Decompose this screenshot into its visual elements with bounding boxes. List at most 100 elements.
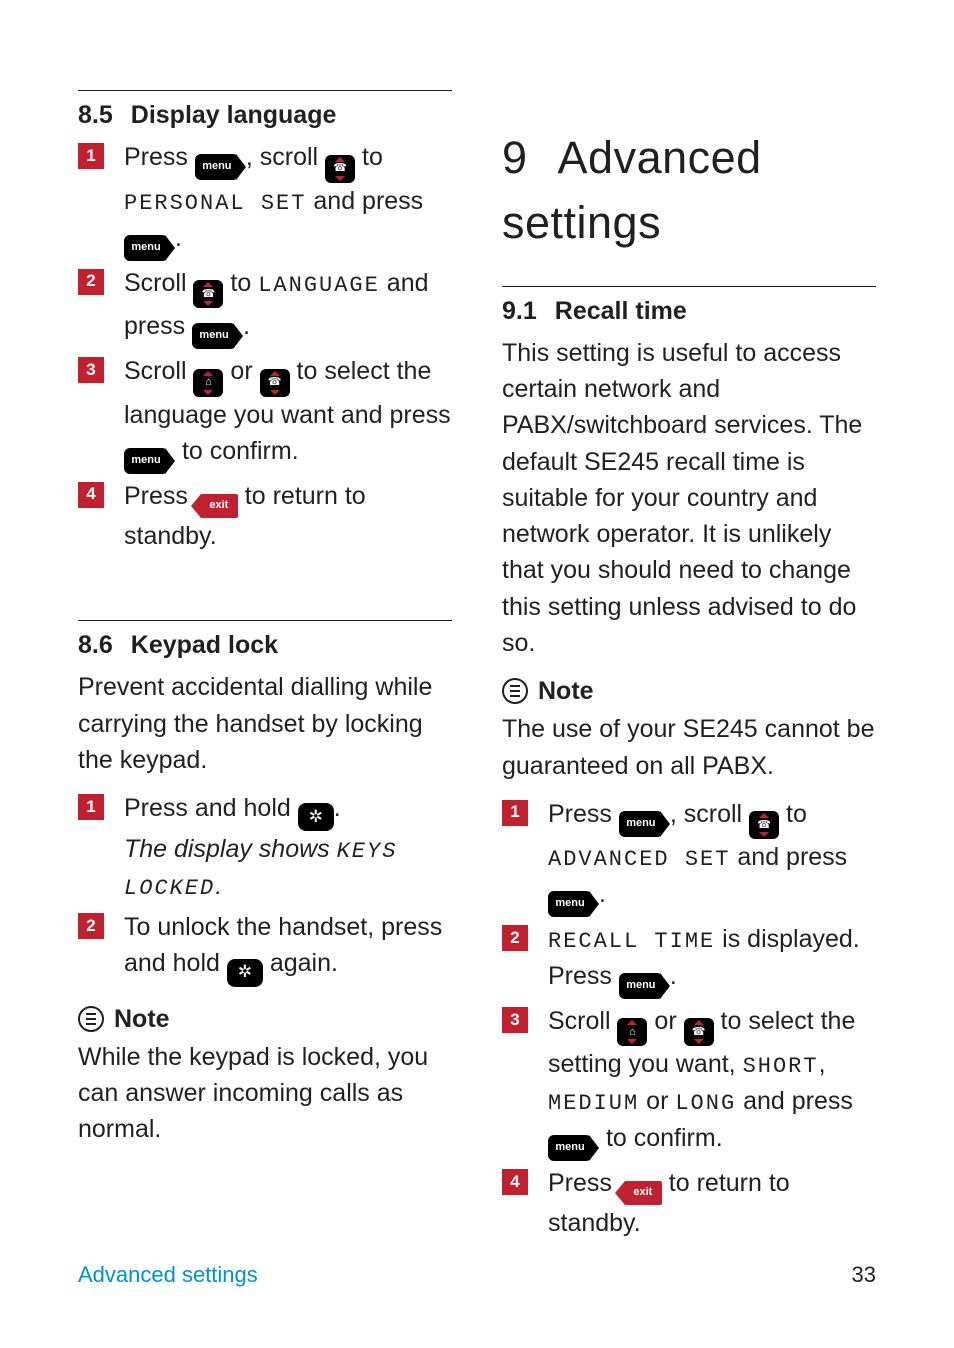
step-number-badge: 1 [78, 143, 104, 169]
note-label: Note [538, 673, 594, 709]
step-text: Press [124, 482, 195, 510]
exit-key-icon: exit [200, 494, 238, 518]
scroll-down-key-icon: ☎ [193, 280, 223, 308]
lcd-text: MEDIUM [548, 1091, 639, 1116]
step-text: . [175, 224, 182, 252]
menu-key-icon: menu [548, 1135, 592, 1161]
lcd-text: LONG [675, 1091, 736, 1116]
step-text: to confirm. [175, 437, 299, 465]
lcd-text: RECALL TIME [548, 929, 715, 954]
section-heading-9-1: 9.1 Recall time [502, 293, 876, 329]
step-number-badge: 1 [78, 794, 104, 820]
note-body: The use of your SE245 cannot be guarante… [502, 711, 876, 784]
step-number-badge: 1 [502, 800, 528, 826]
menu-key-icon: menu [192, 323, 236, 349]
step-text: Scroll [124, 357, 193, 385]
section-rule [502, 286, 876, 287]
step-number-badge: 2 [78, 913, 104, 939]
step-text: Press [548, 1169, 619, 1197]
lcd-text: ADVANCED SET [548, 847, 730, 872]
step-number-badge: 4 [502, 1169, 528, 1195]
section-title: Display language [131, 101, 337, 129]
step-number-badge: 3 [78, 357, 104, 383]
lcd-text: LANGUAGE [258, 273, 380, 298]
step-text: or [223, 357, 259, 385]
steps-8-6: 1 Press and hold ✲. The display shows KE… [78, 790, 452, 987]
exit-key-icon: exit [624, 1181, 662, 1205]
scroll-down-key-icon: ☎ [260, 369, 290, 397]
chapter-heading: 9Advanced settings [502, 125, 876, 256]
lcd-text: SHORT [743, 1054, 819, 1079]
step-text: or [639, 1087, 675, 1115]
menu-key-icon: menu [619, 811, 663, 837]
step-text: Press [548, 800, 619, 828]
step-text: again. [263, 949, 338, 977]
two-column-layout: 8.5 Display language 1 Press menu , scroll… [0, 0, 954, 1255]
star-key-icon: ✲ [298, 803, 334, 831]
step-text: . [243, 312, 250, 340]
step-text: to confirm. [599, 1124, 723, 1152]
page-footer: Advanced settings 33 [78, 1262, 876, 1288]
lcd-text: PERSONAL SET [124, 191, 306, 216]
step-text: Scroll [548, 1007, 617, 1035]
step-text: to [779, 800, 807, 828]
menu-key-icon: menu [124, 448, 168, 474]
note-heading: Note [502, 673, 876, 709]
note-icon [78, 1006, 104, 1032]
step-number-badge: 2 [502, 925, 528, 951]
step-result: The display shows KEYS LOCKED. [124, 835, 397, 900]
note-label: Note [114, 1001, 170, 1037]
note-body: While the keypad is locked, you can answ… [78, 1039, 452, 1148]
step-text: . [670, 962, 677, 990]
step-text: , scroll [246, 143, 325, 171]
chapter-title: Advanced settings [502, 132, 762, 248]
step-text: and press [736, 1087, 853, 1115]
note-heading: Note [78, 1001, 452, 1037]
step-text: Press and hold [124, 794, 298, 822]
step: 2 RECALL TIME is displayed. Press menu. [502, 921, 876, 999]
section-title: Recall time [555, 297, 687, 325]
step-text: and press [306, 187, 423, 215]
star-key-icon: ✲ [227, 959, 263, 987]
step-text: and press [730, 843, 847, 871]
menu-key-icon: menu [195, 154, 239, 180]
step-text: Scroll [124, 269, 193, 297]
footer-page-number: 33 [852, 1262, 876, 1288]
right-column: 9Advanced settings 9.1Recall time This s… [502, 90, 876, 1255]
step-number-badge: 2 [78, 269, 104, 295]
section-heading-8-6: 8.6 Keypad lock [78, 627, 452, 663]
step: 4 Press exit to return to standby. [502, 1165, 876, 1241]
step: 1 Press menu , scroll ☎ to ADVANCED SET a… [502, 796, 876, 917]
note-icon [502, 678, 528, 704]
step-text: . [599, 880, 606, 908]
scroll-up-key-icon: ⌂ [617, 1018, 647, 1046]
menu-key-icon: menu [548, 891, 592, 917]
step: 2 Scroll ☎ to LANGUAGE and press menu. [78, 265, 452, 349]
left-column: 8.5 Display language 1 Press menu , scroll… [78, 90, 452, 1255]
scroll-down-key-icon: ☎ [749, 811, 779, 839]
step: 1 Press and hold ✲. The display shows KE… [78, 790, 452, 905]
section-intro: This setting is useful to access certain… [502, 335, 876, 661]
scroll-down-key-icon: ☎ [684, 1018, 714, 1046]
result-text: The display shows [124, 835, 337, 863]
section-number: 8.5 [78, 101, 113, 129]
section-rule [78, 620, 452, 621]
section-heading-8-5: 8.5 Display language [78, 97, 452, 133]
step-number-badge: 4 [78, 482, 104, 508]
steps-9-1: 1 Press menu , scroll ☎ to ADVANCED SET a… [502, 796, 876, 1242]
step-text: , scroll [670, 800, 749, 828]
step-text: , [819, 1050, 826, 1078]
steps-8-5: 1 Press menu, scroll ☎ to PERSONAL SET a… [78, 139, 452, 554]
chapter-number: 9 [502, 132, 528, 183]
section-title: Keypad lock [131, 631, 278, 659]
step-text: . [334, 794, 341, 822]
menu-key-icon: menu [124, 235, 168, 261]
scroll-up-key-icon: ⌂ [193, 369, 223, 397]
step-number-badge: 3 [502, 1007, 528, 1033]
section-number: 9.1 [502, 297, 537, 325]
result-text: . [215, 872, 222, 900]
section-intro: Prevent accidental dialling while carryi… [78, 669, 452, 778]
section-number: 8.6 [78, 631, 113, 659]
document-page: 8.5 Display language 1 Press menu , scroll… [0, 0, 954, 1348]
menu-key-icon: menu [619, 973, 663, 999]
